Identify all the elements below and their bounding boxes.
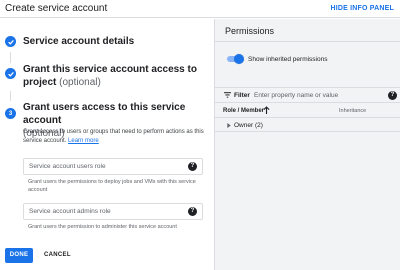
page-title: Create service account (5, 3, 108, 14)
chevron-right-icon[interactable] (227, 123, 231, 128)
hide-info-panel-button[interactable]: HIDE INFO PANEL (330, 5, 394, 12)
filter-icon (224, 92, 231, 98)
column-header-role-member[interactable]: Role / Member (223, 108, 264, 114)
filter-input[interactable]: Enter property name or value (254, 92, 338, 99)
step-connector (10, 52, 11, 63)
permissions-title: Permissions (225, 26, 275, 36)
table-row[interactable]: Owner (2) (215, 119, 400, 132)
permissions-table-header: Role / Member Inheritance (215, 104, 400, 118)
permissions-panel: Permissions Show inherited permissions F… (214, 19, 400, 270)
field-hint: Grant users the permission to administer… (28, 224, 177, 230)
help-icon[interactable]: ? (188, 207, 197, 216)
stepper-panel: Service account details Grant this servi… (0, 19, 214, 270)
service-account-admins-role-input[interactable]: Service account admins role ? (23, 203, 203, 220)
step-1-complete-icon (5, 36, 16, 47)
sort-arrow-up-icon[interactable] (263, 106, 270, 115)
cancel-button[interactable]: CANCEL (44, 252, 71, 258)
field-hint: Grant users the permissions to deploy jo… (28, 179, 196, 193)
step-2-title[interactable]: Grant this service account access to pro… (23, 63, 198, 89)
toggle-knob (234, 54, 244, 64)
learn-more-link[interactable]: Learn more (68, 138, 99, 144)
show-inherited-label: Show inherited permissions (248, 56, 328, 63)
column-header-inheritance: Inheritance (339, 108, 367, 114)
step-2-complete-icon (5, 68, 16, 79)
step-1-title[interactable]: Service account details (23, 35, 203, 48)
dialog-header: Create service account HIDE INFO PANEL (0, 0, 400, 18)
service-account-users-role-input[interactable]: Service account users role ? (23, 158, 203, 175)
row-owner-label: Owner (2) (234, 122, 263, 129)
help-icon[interactable]: ? (388, 91, 397, 100)
field-label: Service account users role (29, 163, 106, 170)
step-3-number-icon: 3 (5, 108, 16, 119)
help-icon[interactable]: ? (188, 162, 197, 171)
step-connector (10, 91, 11, 101)
show-inherited-toggle[interactable] (226, 54, 244, 64)
divider (215, 41, 400, 42)
field-label: Service account admins role (29, 208, 111, 215)
filter-bar[interactable]: Filter Enter property name or value ? (215, 87, 400, 103)
filter-label: Filter (234, 92, 250, 99)
done-button[interactable]: DONE (5, 248, 33, 263)
step-2-optional: (optional) (59, 77, 101, 88)
step-3-description: Grant access to users or groups that nee… (23, 129, 204, 144)
